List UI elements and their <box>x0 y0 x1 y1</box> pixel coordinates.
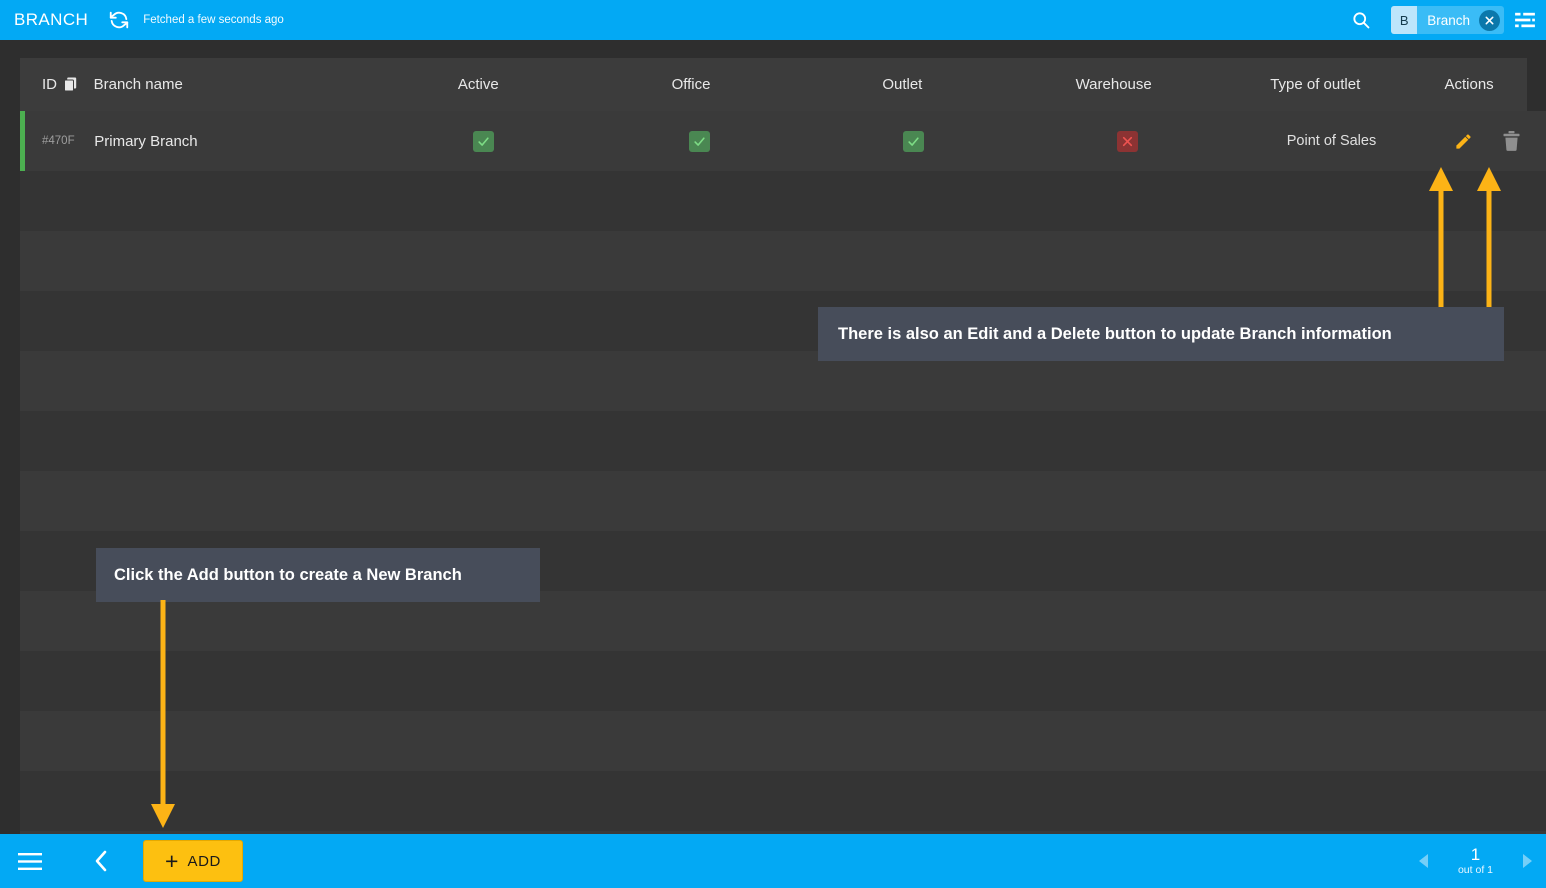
plus-icon: + <box>165 847 179 874</box>
filter-chip-branch[interactable]: B Branch <box>1391 6 1504 34</box>
column-header-outlet[interactable]: Outlet <box>797 76 1008 93</box>
pagination-current-page: 1 <box>1470 845 1481 864</box>
branch-table: ID Branch name Active Office Outlet Ware… <box>0 40 1546 888</box>
column-header-id[interactable]: ID <box>20 76 94 93</box>
back-button[interactable] <box>50 850 109 872</box>
copy-icon[interactable] <box>57 77 77 92</box>
column-header-actions: Actions <box>1444 76 1494 93</box>
table-row-empty <box>20 711 1546 771</box>
add-button-label: ADD <box>187 852 221 870</box>
top-app-bar: BRANCH Fetched a few seconds ago B Branc… <box>0 0 1546 40</box>
column-header-active[interactable]: Active <box>371 76 585 93</box>
delete-button[interactable] <box>1503 131 1520 151</box>
chip-badge: B <box>1391 6 1418 34</box>
table-row-empty <box>20 231 1546 291</box>
table-row-empty <box>20 771 1546 831</box>
fetched-status-text: Fetched a few seconds ago <box>143 14 284 26</box>
column-header-branch-name[interactable]: Branch name <box>94 76 372 93</box>
table-row-empty <box>20 651 1546 711</box>
check-icon <box>473 130 495 152</box>
table-row-empty <box>20 411 1546 471</box>
pagination-total-label: out of 1 <box>1457 864 1493 876</box>
callout-add: Click the Add button to create a New Bra… <box>96 548 540 602</box>
cell-type-of-outlet: Point of Sales <box>1286 133 1377 149</box>
chip-label: Branch <box>1427 12 1470 28</box>
page-title: BRANCH <box>14 10 89 29</box>
check-icon <box>688 130 710 152</box>
cell-warehouse <box>1020 130 1234 152</box>
cell-branch-name: Primary Branch <box>94 132 198 150</box>
callout-add-text: Click the Add button to create a New Bra… <box>114 565 462 584</box>
refresh-icon[interactable] <box>88 9 130 31</box>
pagination-prev-button[interactable] <box>1418 854 1430 868</box>
bottom-app-bar: + ADD 1 out of 1 <box>0 834 1546 888</box>
filter-icon[interactable] <box>1514 11 1546 29</box>
annotation-arrow-delete <box>1477 167 1501 315</box>
cell-outlet <box>806 130 1020 152</box>
table-row-empty <box>20 171 1546 231</box>
pagination-counter: 1 out of 1 <box>1458 845 1493 877</box>
add-button[interactable]: + ADD <box>143 840 243 882</box>
annotation-arrow-edit <box>1429 167 1453 315</box>
cell-id: #470F <box>42 135 75 147</box>
table-row[interactable]: #470F Primary Branch Point of Sales <box>20 111 1546 171</box>
check-icon <box>902 130 924 152</box>
search-icon[interactable] <box>1345 4 1377 36</box>
column-header-warehouse[interactable]: Warehouse <box>1008 76 1219 93</box>
column-header-type-of-outlet[interactable]: Type of outlet <box>1219 76 1411 93</box>
cell-office <box>592 130 806 152</box>
table-row-empty <box>20 471 1546 531</box>
pagination-next-button[interactable] <box>1521 854 1532 868</box>
close-icon[interactable] <box>1479 9 1500 31</box>
cell-active <box>375 130 592 152</box>
cross-icon <box>1116 130 1138 152</box>
callout-edit-delete-text: There is also an Edit and a Delete butto… <box>838 324 1392 343</box>
cell-actions <box>1429 131 1546 151</box>
row-accent-bar <box>20 111 25 171</box>
annotation-arrow-add <box>151 600 175 828</box>
hamburger-menu-icon[interactable] <box>0 845 50 878</box>
table-header-row: ID Branch name Active Office Outlet Ware… <box>20 58 1527 111</box>
edit-button[interactable] <box>1454 132 1473 151</box>
column-header-office[interactable]: Office <box>585 76 796 93</box>
callout-edit-delete: There is also an Edit and a Delete butto… <box>818 307 1504 361</box>
branch-list-screen: BRANCH Fetched a few seconds ago B Branc… <box>0 0 1546 888</box>
pagination: 1 out of 1 <box>1418 845 1532 877</box>
table-body: #470F Primary Branch Point of Sales <box>20 111 1546 888</box>
column-header-id-label: ID <box>42 76 57 93</box>
